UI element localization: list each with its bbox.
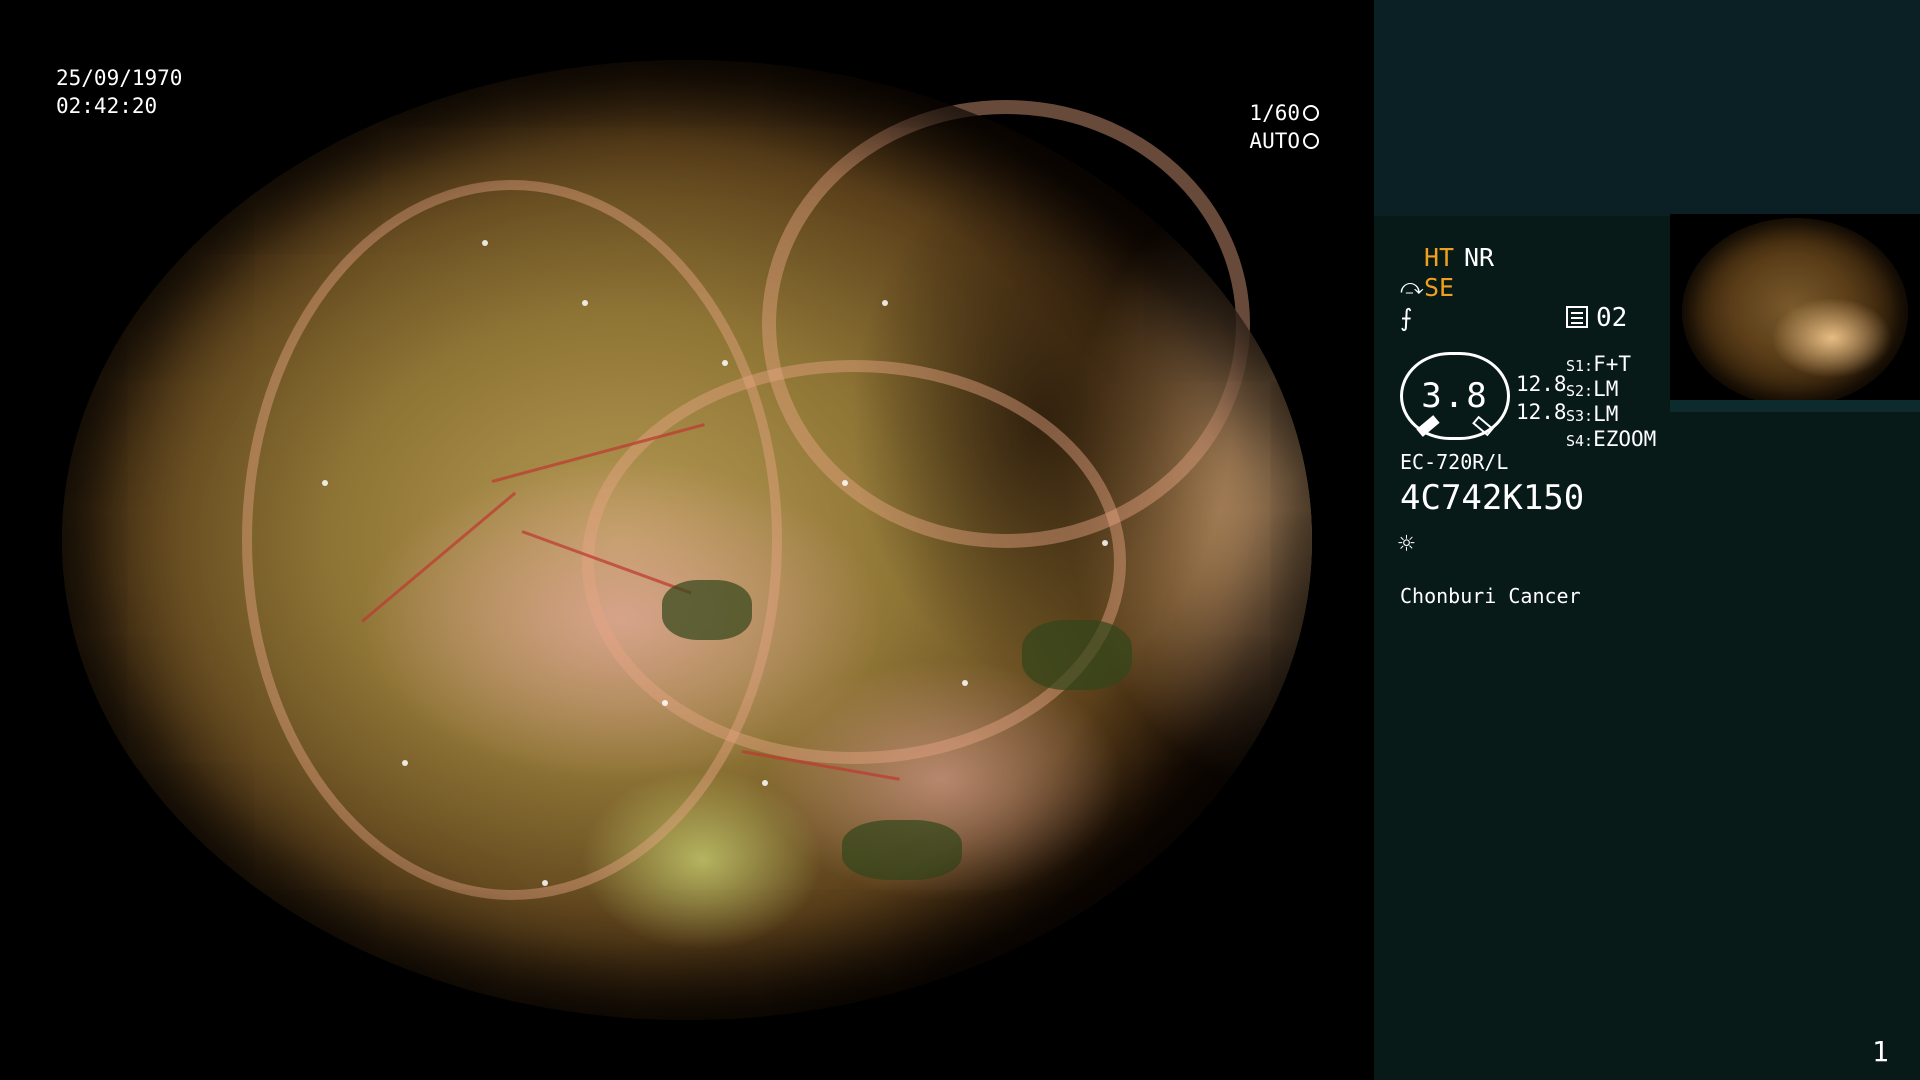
blood-vessel [491, 423, 705, 483]
blood-vessel [361, 491, 517, 623]
switch-value: LM [1593, 402, 1619, 426]
shutter-text: 1/60 [1249, 101, 1300, 125]
shutter-icon [1303, 105, 1319, 121]
switch-key: S2: [1566, 382, 1594, 400]
thumbnail-image [1682, 218, 1908, 406]
switch-value: LM [1593, 377, 1619, 401]
light-icon: ☼ [1398, 527, 1415, 560]
date-time-readout: 25/09/1970 02:42:20 [56, 64, 182, 120]
mucosal-fold [582, 360, 1126, 764]
switch-assignment-row: S2:LM [1566, 377, 1618, 401]
switch-key: S1: [1566, 357, 1594, 375]
stool-debris [1022, 620, 1132, 690]
bubble [402, 760, 408, 766]
mucosal-fold [762, 100, 1250, 548]
structure-enhancement-icon: ⤼ [1400, 275, 1424, 300]
iris-mode-text: AUTO [1249, 129, 1300, 153]
mucosal-fold [242, 180, 782, 900]
stool-debris [842, 820, 962, 880]
date-text: 25/09/1970 [56, 66, 183, 90]
switch-value: EZOOM [1593, 427, 1657, 451]
page-number: 1 [1872, 1035, 1889, 1068]
scope-model: EC-720R/L [1400, 450, 1509, 474]
ht-indicator: HT [1424, 243, 1455, 272]
memo-icon [1566, 306, 1588, 328]
bubble [722, 360, 728, 366]
panel-header-band [1374, 0, 1920, 216]
bubble [482, 240, 488, 246]
zoom-dial: 3.8 [1400, 352, 1510, 440]
institution-name: Chonburi Cancer [1400, 584, 1581, 608]
endoscope-view: 25/09/1970 02:42:20 1/60 AUTO [0, 0, 1374, 1080]
bubble [322, 480, 328, 486]
bubble [582, 300, 588, 306]
blood-vessel [521, 530, 692, 595]
readout-value-a: 12.8 [1516, 372, 1567, 396]
bubble [962, 680, 968, 686]
memo-number: 02 [1596, 303, 1628, 333]
dial-marker-icon [1416, 415, 1440, 437]
bubble [662, 700, 668, 706]
zoom-value: 3.8 [1421, 376, 1489, 416]
switch-assignment-row: S1:F+T [1566, 352, 1631, 376]
info-panel: HT NR ⤼ SE ⨍ 02 3.8 12.8 12.8 S1:F+T S2:… [1374, 0, 1920, 1080]
switch-key: S3: [1566, 407, 1594, 425]
switch-assignment-row: S3:LM [1566, 402, 1618, 426]
stool-debris [662, 580, 752, 640]
capture-thumbnail[interactable] [1670, 214, 1920, 412]
bubble [882, 300, 888, 306]
se-indicator: SE [1424, 273, 1455, 302]
bubble [1102, 540, 1108, 546]
nr-indicator: NR [1464, 243, 1495, 272]
switch-assignment-row: S4:EZOOM [1566, 427, 1656, 451]
switch-value: F+T [1593, 352, 1632, 376]
endoscopic-image [62, 60, 1312, 1020]
bubble [762, 780, 768, 786]
thumbnail-caption-bar [1670, 400, 1920, 412]
bubble [842, 480, 848, 486]
time-text: 02:42:20 [56, 94, 158, 118]
scope-serial-number: 4C742K150 [1400, 478, 1585, 518]
switch-key: S4: [1566, 432, 1594, 450]
readout-value-b: 12.8 [1516, 400, 1567, 424]
blood-vessel [741, 750, 900, 781]
enhancement-icon: ⨍ [1400, 304, 1413, 332]
iris-icon [1303, 133, 1319, 149]
bubble [542, 880, 548, 886]
exposure-readout: 1/60 AUTO [1159, 99, 1319, 155]
dial-marker-outline-icon [1472, 415, 1494, 437]
